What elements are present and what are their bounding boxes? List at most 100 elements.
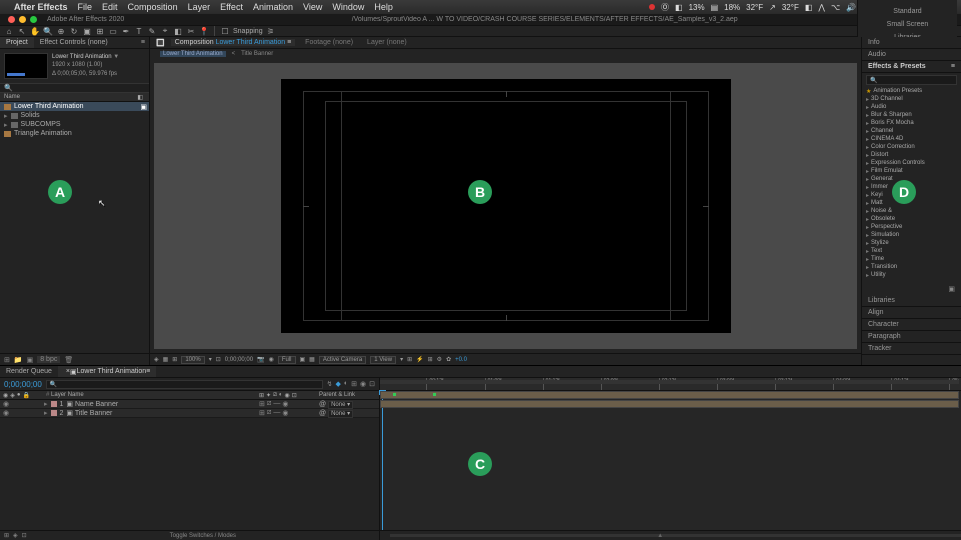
switch-icon[interactable]: — (273, 400, 280, 408)
menu-composition[interactable]: Composition (128, 2, 178, 12)
menu-window[interactable]: Window (332, 2, 364, 12)
pen-tool-icon[interactable]: ✒ (121, 26, 131, 36)
layer-color[interactable] (51, 410, 57, 416)
timeline-layer[interactable]: ◉ ▸1▣ Name Banner ⊞⧄—◉ @ None ▾ (0, 400, 379, 409)
switch-icon[interactable]: ⊞ (259, 409, 265, 417)
composition-canvas[interactable] (281, 79, 731, 333)
switch-icon[interactable]: ⧄ (267, 409, 271, 417)
rotate-tool-icon[interactable]: ↻ (69, 26, 79, 36)
effect-category[interactable]: Film Emulat (866, 167, 957, 175)
video-toggle-icon[interactable]: ◉ (3, 400, 9, 408)
effect-category[interactable]: Color Correction (866, 143, 957, 151)
close-tab-icon[interactable]: × (66, 368, 70, 375)
work-area[interactable] (380, 380, 959, 384)
current-time[interactable]: 0;00;00;00 (4, 380, 42, 389)
panel-paragraph[interactable]: Paragraph (862, 331, 961, 343)
zoom-dropdown[interactable]: 100% (181, 356, 204, 364)
tab-footage[interactable]: Footage (none) (301, 39, 357, 46)
snapping-checkbox[interactable]: ☐ (220, 26, 230, 36)
rect-tool-icon[interactable]: ▭ (108, 26, 118, 36)
composition-viewer[interactable] (154, 63, 857, 349)
timeline-search-input[interactable]: 🔍 (46, 380, 323, 389)
effect-category[interactable]: Channel (866, 127, 957, 135)
column-name[interactable]: Name (4, 94, 20, 100)
vol-icon[interactable]: 🔊 (846, 3, 856, 12)
flowchart-icon[interactable]: ⚙ (437, 356, 442, 363)
workspace-small[interactable]: Small Screen (883, 21, 933, 28)
orbit-tool-icon[interactable]: ⊕ (56, 26, 66, 36)
effect-category[interactable]: Transition (866, 263, 957, 271)
layer-name[interactable]: ▣ Title Banner (66, 409, 112, 417)
layer-bar[interactable] (380, 391, 959, 399)
time-ruler[interactable]: 00;12f 01;00f 01;12f 02;00f 02;12f 03;00… (380, 378, 961, 391)
panel-tracker[interactable]: Tracker (862, 343, 961, 355)
panel-audio[interactable]: Audio (862, 49, 961, 61)
menu-layer[interactable]: Layer (188, 2, 211, 12)
bt-icon[interactable]: ⌥ (831, 3, 840, 12)
switch-icon[interactable]: ◉ (282, 400, 288, 408)
crumb-root[interactable]: Lower Third Animation (160, 51, 226, 57)
camera-tool-icon[interactable]: ▣ (82, 26, 92, 36)
effect-category[interactable]: Text (866, 247, 957, 255)
layer-name[interactable]: ▣ Name Banner (66, 400, 118, 408)
zoom-tool-icon[interactable]: 🔍 (43, 26, 53, 36)
snap-opt-icon[interactable]: ⚞ (266, 26, 276, 36)
effect-category[interactable]: Time (866, 255, 957, 263)
time-display[interactable]: 0;00;00;00 (225, 357, 253, 363)
project-item-comp[interactable]: Triangle Animation (0, 129, 149, 138)
column-type-icon[interactable]: ◧ (137, 94, 143, 101)
view-opts-icon[interactable]: ▾ (400, 356, 403, 363)
panel-effects-presets[interactable]: Effects & Presets≡ (862, 61, 961, 73)
type-tool-icon[interactable]: T (134, 26, 144, 36)
camera-dropdown[interactable]: Active Camera (319, 356, 366, 364)
col-parent[interactable]: Parent & Link (319, 392, 379, 398)
traffic-max[interactable] (30, 16, 37, 23)
timeline-layer[interactable]: ◉ ▸2▣ Title Banner ⊞⧄—◉ @ None ▾ (0, 409, 379, 418)
tl-opts-icon[interactable]: ◈ (13, 532, 18, 539)
panel-character[interactable]: Character (862, 319, 961, 331)
disclosure-icon[interactable]: ▸ (44, 409, 48, 417)
video-toggle-icon[interactable]: ◉ (3, 409, 9, 417)
menu-view[interactable]: View (303, 2, 322, 12)
cc-icon[interactable]: Ⓞ (661, 2, 669, 13)
motion-blur-icon[interactable]: ◉ (360, 380, 366, 388)
project-item-folder[interactable]: ▸Solids (0, 111, 149, 120)
workspace-learn[interactable]: Learn (895, 0, 921, 2)
effect-category[interactable]: Blur & Sharpen (866, 111, 957, 119)
project-list[interactable]: Lower Third Animation▣ ▸Solids ▸SUBCOMPS… (0, 102, 149, 353)
tl-opts-icon[interactable]: ⊡ (22, 532, 27, 539)
tb-icon[interactable]: ◧ (805, 3, 813, 12)
new-comp-icon[interactable]: ▣ (27, 356, 34, 364)
tl-opts-icon[interactable]: ⊞ (4, 532, 9, 539)
roto-tool-icon[interactable]: ✂ (186, 26, 196, 36)
menu-app[interactable]: After Effects (14, 2, 68, 12)
anchor-tool-icon[interactable]: ⊞ (95, 26, 105, 36)
parent-dropdown[interactable]: None ▾ (328, 401, 353, 409)
pickwhip-icon[interactable]: @ (319, 401, 326, 408)
effect-category[interactable]: 3D Channel (866, 95, 957, 103)
disclosure-icon[interactable]: ▸ (4, 121, 8, 129)
eraser-tool-icon[interactable]: ◧ (173, 26, 183, 36)
brush-tool-icon[interactable]: ✎ (147, 26, 157, 36)
fast-prev-icon[interactable]: ⚡ (416, 356, 423, 363)
keyframe-icon[interactable] (393, 393, 396, 396)
playhead[interactable] (382, 391, 383, 530)
switch-icon[interactable]: ⊞ (259, 400, 265, 408)
record-icon[interactable] (649, 4, 655, 10)
effect-category[interactable]: Utility (866, 271, 957, 279)
effect-category[interactable]: Audio (866, 103, 957, 111)
frame-blend-icon[interactable]: ⊞ (351, 380, 357, 388)
menu-effect[interactable]: Effect (220, 2, 243, 12)
effect-category[interactable]: Simulation (866, 231, 957, 239)
project-search-input[interactable]: 🔍 (0, 83, 149, 93)
panel-menu-icon[interactable]: ≡ (951, 63, 955, 70)
transparency-icon[interactable]: ▦ (309, 356, 315, 363)
switch-icon[interactable]: ◉ (282, 409, 288, 417)
traffic-close[interactable] (8, 16, 15, 23)
effect-category[interactable]: Expression Controls (866, 159, 957, 167)
menu-edit[interactable]: Edit (102, 2, 118, 12)
comp-mini-flowchart-icon[interactable]: ↯ (327, 380, 333, 388)
effects-bin-icon[interactable]: ▣ (862, 283, 961, 295)
panel-menu-icon[interactable]: ≡ (137, 39, 149, 46)
tab-timeline-comp[interactable]: × ▣ Lower Third Animation ≡ (58, 366, 156, 377)
